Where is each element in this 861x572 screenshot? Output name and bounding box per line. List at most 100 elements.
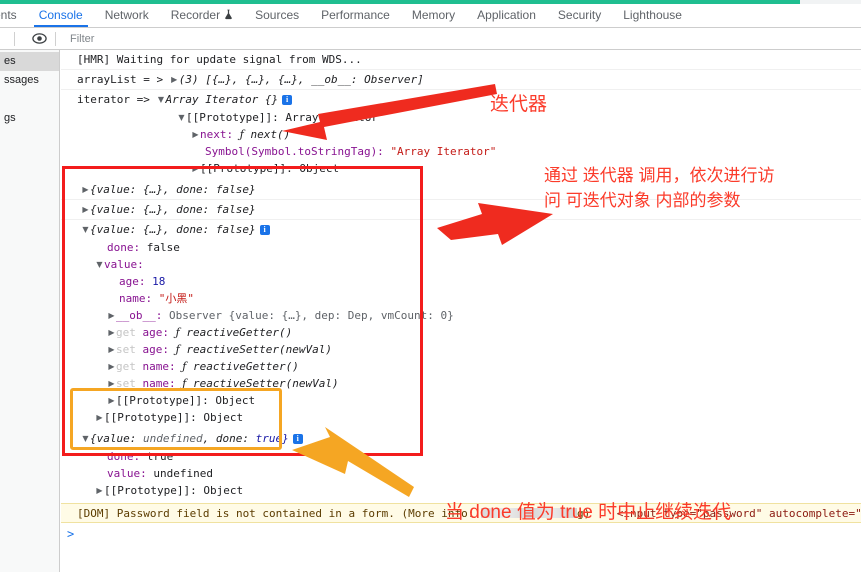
console-sidebar: es ssages gs (0, 50, 60, 572)
prompt-caret: > (67, 527, 75, 541)
tab-recorder[interactable]: Recorder (160, 4, 244, 27)
chevron-right-icon[interactable] (170, 70, 179, 89)
detail-age-key: age: (119, 275, 146, 288)
done-detail-done-key: done: (107, 450, 141, 463)
tab-elements-label: ents (0, 8, 17, 22)
detail-outer-proto: [[Prototype]]: Object (61, 409, 861, 429)
fn-marker: ƒ (175, 326, 180, 339)
detail-accessor-set-age: set age: ƒ reactiveSetter(newVal) (61, 341, 861, 358)
detail-inner-proto-label: [[Prototype]]: Object (116, 394, 256, 407)
devtools-tabstrip: ents Console Network Recorder Sources Pe… (0, 4, 861, 28)
chevron-right-icon[interactable] (191, 126, 200, 143)
tab-security[interactable]: Security (547, 4, 612, 27)
console-prompt-row[interactable]: > (61, 523, 861, 545)
done-summary-a: {value: (90, 432, 137, 445)
chevron-down-icon[interactable] (81, 220, 90, 239)
done-summary-d: true} (255, 432, 289, 445)
console-row-hmr: [HMR] Waiting for update signal from WDS… (61, 50, 861, 70)
done-detail-value-key: value: (107, 467, 147, 480)
tab-security-label: Security (557, 8, 602, 22)
chevron-right-icon[interactable] (107, 375, 116, 392)
detail-accessor-get-name: get name: ƒ reactiveGetter() (61, 358, 861, 375)
accessor-fn: reactiveGetter() (192, 360, 299, 373)
console-subrow-symbol: Symbol(Symbol.toStringTag): "Array Itera… (61, 143, 861, 160)
toolbar-divider-1 (14, 31, 15, 46)
next-fn-signature: next() (250, 128, 291, 141)
chevron-right-icon[interactable] (107, 307, 116, 324)
detail-accessor-get-age: get age: ƒ reactiveGetter() (61, 324, 861, 341)
tab-network[interactable]: Network (94, 4, 160, 27)
tab-console[interactable]: Console (28, 4, 94, 27)
result-1-summary: {value: {…}, done: false} (90, 183, 256, 196)
info-icon[interactable]: i (282, 95, 293, 105)
detail-ob-key: __ob__: (116, 309, 163, 322)
console-toolbar (0, 28, 861, 50)
detail-name-key: name: (119, 292, 153, 305)
accessor-fn: reactiveGetter() (186, 326, 293, 339)
detail-outer-proto-label: [[Prototype]]: Object (104, 411, 244, 424)
iterator-label: iterator => (77, 93, 150, 106)
accessor-prop: name: (142, 360, 176, 373)
chevron-right-icon[interactable] (107, 324, 116, 341)
sidebar-item-logs[interactable]: gs (0, 109, 59, 128)
done-detail-value-value: undefined (153, 467, 213, 480)
eye-icon[interactable] (29, 30, 49, 48)
detail-inner-proto: [[Prototype]]: Object (61, 392, 861, 409)
detail-age-value: 18 (152, 275, 166, 288)
chevron-down-icon[interactable] (81, 429, 90, 448)
detail-done: done: false (61, 239, 861, 256)
fn-marker: ƒ (182, 360, 187, 373)
sidebar-item-all-messages[interactable]: es (0, 52, 59, 71)
tab-network-label: Network (104, 8, 149, 22)
tab-recorder-label: Recorder (170, 8, 221, 22)
tab-lighthouse-label: Lighthouse (623, 8, 682, 22)
next-prop-key: next: (200, 128, 234, 141)
tab-memory[interactable]: Memory (401, 4, 466, 27)
chevron-right-icon[interactable] (107, 392, 116, 409)
detail-done-key: done: (107, 241, 141, 254)
chevron-right-icon[interactable] (191, 160, 200, 177)
accessor-prop: age: (142, 343, 170, 356)
chevron-down-icon[interactable] (177, 109, 186, 126)
console-output[interactable]: [HMR] Waiting for update signal from WDS… (61, 50, 861, 572)
tab-application[interactable]: Application (466, 4, 547, 27)
tab-performance[interactable]: Performance (310, 4, 401, 27)
sidebar-item-user-messages[interactable]: ssages (0, 71, 59, 90)
toolbar-divider-2 (55, 31, 56, 46)
fn-marker: ƒ (175, 343, 180, 356)
chevron-right-icon[interactable] (81, 180, 90, 199)
console-row-result-3: {value: {…}, done: false}i (61, 220, 861, 239)
arraylist-label: arrayList = > (77, 73, 164, 86)
accessor-kind: get (116, 360, 136, 373)
filter-input-wrapper[interactable] (70, 31, 861, 47)
tab-elements[interactable]: ents (0, 4, 28, 27)
tab-memory-label: Memory (411, 8, 456, 22)
console-row-result-2: {value: {…}, done: false} (61, 200, 861, 220)
dom-warning-prefix: [DOM] Password field is not contained in… (77, 507, 475, 520)
info-icon[interactable]: i (292, 434, 303, 444)
detail-value-key: value: (104, 258, 144, 271)
chevron-down-icon[interactable] (95, 256, 104, 273)
detail-age: age: 18 (61, 273, 861, 290)
info-icon[interactable]: i (259, 225, 270, 235)
result-3-summary: {value: {…}, done: false} (90, 223, 256, 236)
console-row-arraylist: arrayList = > (3) [{…}, {…}, {…}, __ob__… (61, 70, 861, 90)
accessor-fn: reactiveSetter(newVal) (192, 377, 339, 390)
tab-sources[interactable]: Sources (244, 4, 310, 27)
done-detail-done: done: true (61, 448, 861, 465)
done-detail-value: value: undefined (61, 465, 861, 482)
chevron-right-icon[interactable] (107, 341, 116, 358)
filter-input[interactable] (70, 32, 861, 45)
detail-done-value: false (146, 241, 180, 254)
detail-accessor-set-name: set name: ƒ reactiveSetter(newVal) (61, 375, 861, 392)
console-row-iterator: iterator => Array Iterator {}i (61, 90, 861, 109)
annotation-done-note: 当 done 值为 true 时中止继续迭代 (445, 502, 732, 523)
devtools-window: ents Console Network Recorder Sources Pe… (0, 0, 861, 572)
accessor-prop: name: (142, 377, 176, 390)
chevron-right-icon[interactable] (81, 200, 90, 219)
tab-lighthouse[interactable]: Lighthouse (612, 4, 693, 27)
chevron-right-icon[interactable] (95, 409, 104, 426)
annotation-usage-note-line1: 通过 迭代器 调用，依次进行访 (544, 166, 775, 185)
chevron-right-icon[interactable] (95, 482, 104, 499)
chevron-right-icon[interactable] (107, 358, 116, 375)
